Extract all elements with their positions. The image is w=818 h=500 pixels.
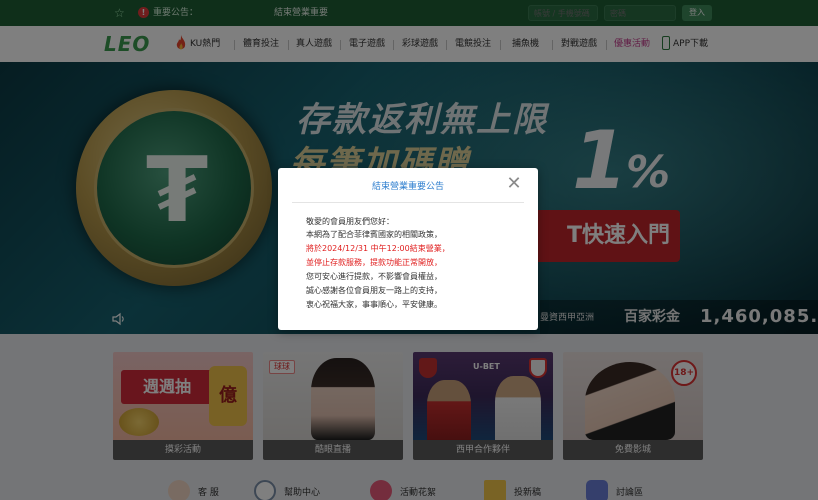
announcement-modal: 結束營業重要公告 ✕ 敬愛的會員朋友們您好： 本網為了配合菲律賓國家的相關政策，… [278, 168, 538, 330]
modal-line: 本網為了配合菲律賓國家的相關政策， [306, 230, 442, 239]
modal-line-highlight: 並停止存款服務，提款功能正常開放， [306, 258, 442, 267]
modal-line-highlight: 將於2024/12/31 中午12:00結束營業， [306, 244, 450, 253]
modal-line: 您可安心進行提款，不影響會員權益， [306, 272, 442, 281]
modal-divider [292, 202, 524, 203]
modal-line: 敬愛的會員朋友們您好： [306, 217, 394, 226]
modal-line: 誠心感謝各位會員朋友一路上的支持， [306, 286, 442, 295]
close-icon[interactable]: ✕ [506, 175, 522, 193]
modal-title: 結束營業重要公告 [371, 182, 444, 192]
modal-line: 衷心祝福大家，事事順心，平安健康。 [306, 300, 442, 309]
